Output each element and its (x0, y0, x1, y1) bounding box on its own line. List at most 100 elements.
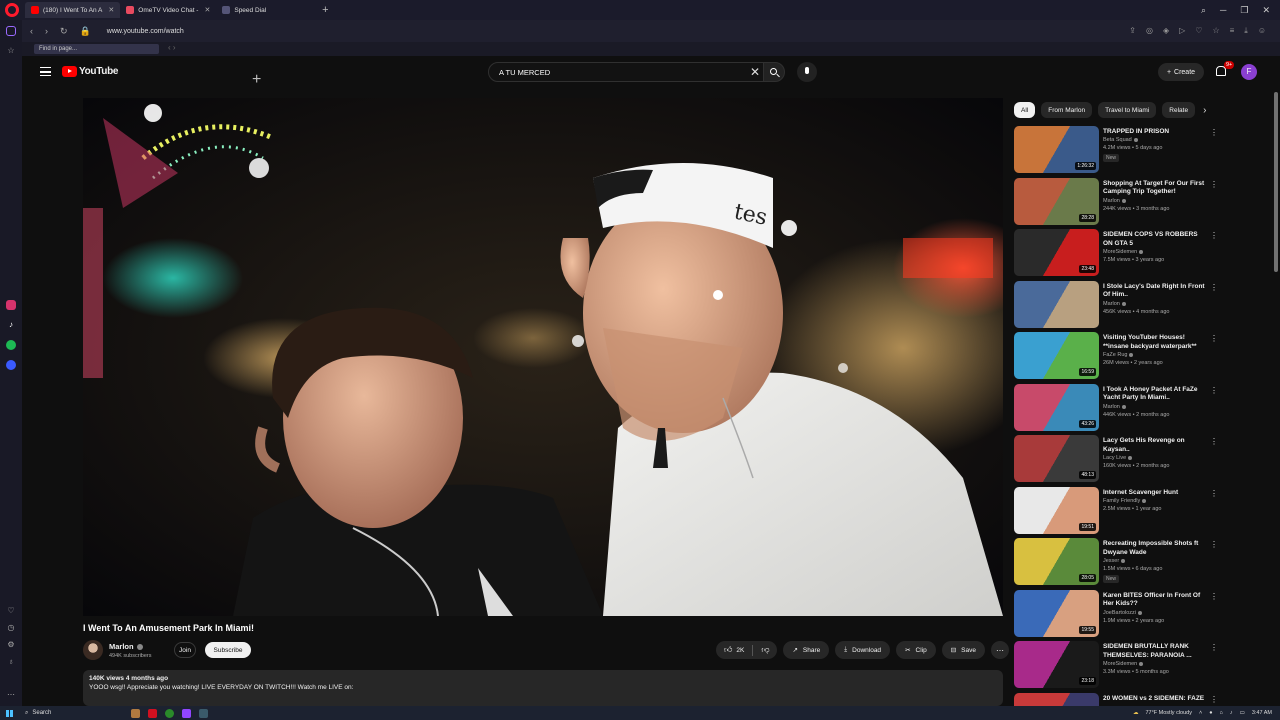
scrollbar[interactable] (1274, 92, 1278, 272)
video-thumbnail[interactable] (1014, 280, 1099, 328)
bulb-icon[interactable]: ♁ (6, 657, 16, 667)
more-options-icon[interactable]: ⋮ (1210, 334, 1218, 343)
more-options-icon[interactable]: ⋮ (1210, 128, 1218, 137)
forward-icon[interactable]: › (45, 26, 48, 36)
play-icon[interactable]: ▷ (1179, 26, 1185, 36)
recommendation-item[interactable]: 28:28 Shopping At Target For Our First Ca… (1014, 177, 1218, 230)
download-icon[interactable]: ⤓ (1244, 26, 1248, 36)
more-options-icon[interactable]: ⋮ (1210, 231, 1218, 240)
reload-icon[interactable]: ↻ (60, 26, 68, 37)
mic-icon[interactable]: ● (1209, 710, 1212, 716)
chip-related[interactable]: Relate (1162, 102, 1196, 118)
more-options-icon[interactable]: ⋮ (1210, 180, 1218, 189)
more-icon[interactable]: ⋯ (6, 690, 16, 700)
clear-search-icon[interactable]: ✕ (750, 65, 760, 79)
clock[interactable]: 3:47 AM (1252, 710, 1272, 716)
home-icon[interactable] (6, 26, 16, 36)
recommendation-item[interactable]: 28:05 Recreating Impossible Shots ft Dwya… (1014, 538, 1218, 590)
find-input[interactable]: Find in page... (34, 44, 159, 54)
save-button[interactable]: ⊟ Save (941, 641, 985, 659)
recommendation-channel[interactable]: Jesser (1103, 558, 1126, 564)
tab-ometv[interactable]: OmeTV Video Chat - ✕ (120, 2, 216, 18)
video-thumbnail[interactable]: 23:48 (1014, 229, 1099, 276)
recommendation-title[interactable]: 20 WOMEN vs 2 SIDEMEN: FAZE (1103, 695, 1209, 704)
messenger-icon[interactable] (6, 360, 16, 370)
new-tab-button[interactable]: + (322, 4, 328, 16)
channel-avatar[interactable] (83, 640, 103, 660)
network-icon[interactable]: ⌂ (1220, 710, 1223, 716)
recommendation-title[interactable]: Visiting YouTuber Houses! **insane backy… (1103, 334, 1209, 351)
chevron-up-icon[interactable]: ˄ (1199, 710, 1202, 716)
youtube-logo-text[interactable]: YouTube (79, 66, 119, 77)
cat-widget-icon[interactable] (131, 708, 140, 718)
maximize-icon[interactable]: ❐ (1240, 5, 1248, 16)
xbox-icon[interactable] (165, 708, 174, 718)
url-field[interactable]: www.youtube.com/watch (107, 28, 184, 35)
chip-all[interactable]: All (1014, 102, 1036, 118)
weather-text[interactable]: 77°F Mostly cloudy (1145, 710, 1192, 716)
tab-speed-dial[interactable]: Speed Dial (216, 2, 272, 18)
recommendation-title[interactable]: Karen BITES Officer In Front Of Her Kids… (1103, 592, 1209, 609)
bookmark-icon[interactable]: ☆ (1212, 26, 1219, 36)
video-thumbnail[interactable]: 1:26:32 (1014, 126, 1099, 173)
share-page-icon[interactable]: ⇪ (1129, 26, 1136, 36)
instagram-icon[interactable] (6, 300, 16, 310)
recommendation-title[interactable]: TRAPPED IN PRISON (1103, 128, 1209, 137)
video-thumbnail[interactable]: 43:26 (1014, 383, 1099, 431)
opera-logo-icon[interactable] (5, 3, 19, 17)
recommendation-channel[interactable]: Lacy Live (1103, 455, 1133, 461)
recommendation-title[interactable]: SIDEMEN BRUTALLY RANK THEMSELVES: PARANO… (1103, 643, 1209, 660)
clip-button[interactable]: ✂ Clip (896, 641, 936, 659)
recommendation-channel[interactable]: Marlon (1103, 301, 1126, 307)
volume-icon[interactable]: ♪ (1230, 710, 1233, 716)
close-window-icon[interactable]: ✕ (1262, 5, 1270, 16)
recommendation-channel[interactable]: MoreSidemen (1103, 249, 1144, 255)
search-button[interactable] (763, 62, 785, 82)
share-button[interactable]: ↗ Share (783, 641, 830, 659)
subscribe-button[interactable]: Subscribe (205, 642, 251, 658)
create-button[interactable]: + Create (1158, 63, 1204, 81)
video-thumbnail[interactable]: 28:28 (1014, 177, 1099, 225)
hamburger-menu-icon[interactable] (40, 67, 51, 76)
recommendation-item[interactable]: 43:26 I Took A Honey Packet At FaZe Yacht… (1014, 383, 1218, 436)
video-thumbnail[interactable]: 16:59 (1014, 332, 1099, 379)
description-box[interactable]: 140K views 4 months ago YOOO wsg!! Appre… (83, 670, 1003, 706)
download-button[interactable]: ⤓ Download (835, 641, 891, 659)
history-icon[interactable]: ◷ (6, 623, 16, 633)
camera-icon[interactable]: ◎ (1146, 26, 1153, 36)
more-options-icon[interactable]: ⋮ (1210, 437, 1218, 446)
chevron-right-icon[interactable]: › (1203, 105, 1206, 116)
chip-travel-to-miami[interactable]: Travel to Miami (1098, 102, 1157, 118)
more-options-icon[interactable]: ⋮ (1210, 592, 1218, 601)
video-thumbnail[interactable]: 19:55 (1014, 589, 1099, 637)
vpn-icon[interactable]: ◈ (1163, 26, 1169, 36)
menu-icon[interactable]: ≡ (1230, 26, 1235, 36)
tab-youtube[interactable]: (180) I Went To An A ✕ (25, 2, 121, 18)
video-player[interactable]: tes (83, 98, 1003, 616)
recommendation-channel[interactable]: Marlon (1103, 198, 1126, 204)
youtube-logo-icon[interactable] (62, 66, 77, 77)
app-icon[interactable] (199, 708, 208, 718)
heart-icon[interactable]: ♡ (1195, 26, 1202, 36)
video-thumbnail[interactable]: 23:18 (1014, 641, 1099, 688)
close-icon[interactable]: ✕ (108, 6, 114, 14)
minimize-icon[interactable]: ─ (1220, 5, 1226, 16)
video-thumbnail[interactable]: 28:05 (1014, 538, 1099, 585)
recommendation-item[interactable]: 16:59 Visiting YouTuber Houses! **insane … (1014, 332, 1218, 384)
recommendation-channel[interactable]: JoeBartolozzi (1103, 610, 1143, 616)
recommendation-channel[interactable]: MoreSidemen (1103, 661, 1144, 667)
channel-name[interactable]: Marlon (109, 642, 143, 651)
more-options-icon[interactable]: ⋮ (1210, 489, 1218, 498)
recommendation-title[interactable]: Internet Scavenger Hunt (1103, 489, 1209, 498)
recommendation-channel[interactable]: Beta Squad (1103, 137, 1138, 143)
more-options-icon[interactable]: ⋮ (1210, 540, 1218, 549)
more-options-icon[interactable]: ⋮ (1210, 695, 1218, 704)
recommendation-item[interactable]: I Stole Lacy's Date Right In Front Of Hi… (1014, 280, 1218, 333)
chip-from-marlon[interactable]: From Marlon (1041, 102, 1093, 118)
recommendation-channel[interactable]: FaZe Rug (1103, 352, 1134, 358)
more-options-icon[interactable]: ⋮ (1210, 283, 1218, 292)
recommendation-title[interactable]: Shopping At Target For Our First Camping… (1103, 180, 1209, 197)
spotify-icon[interactable] (6, 340, 16, 350)
recommendation-channel[interactable]: Marlon (1103, 404, 1126, 410)
recommendation-title[interactable]: SIDEMEN COPS VS ROBBERS ON GTA 5 (1103, 231, 1209, 248)
